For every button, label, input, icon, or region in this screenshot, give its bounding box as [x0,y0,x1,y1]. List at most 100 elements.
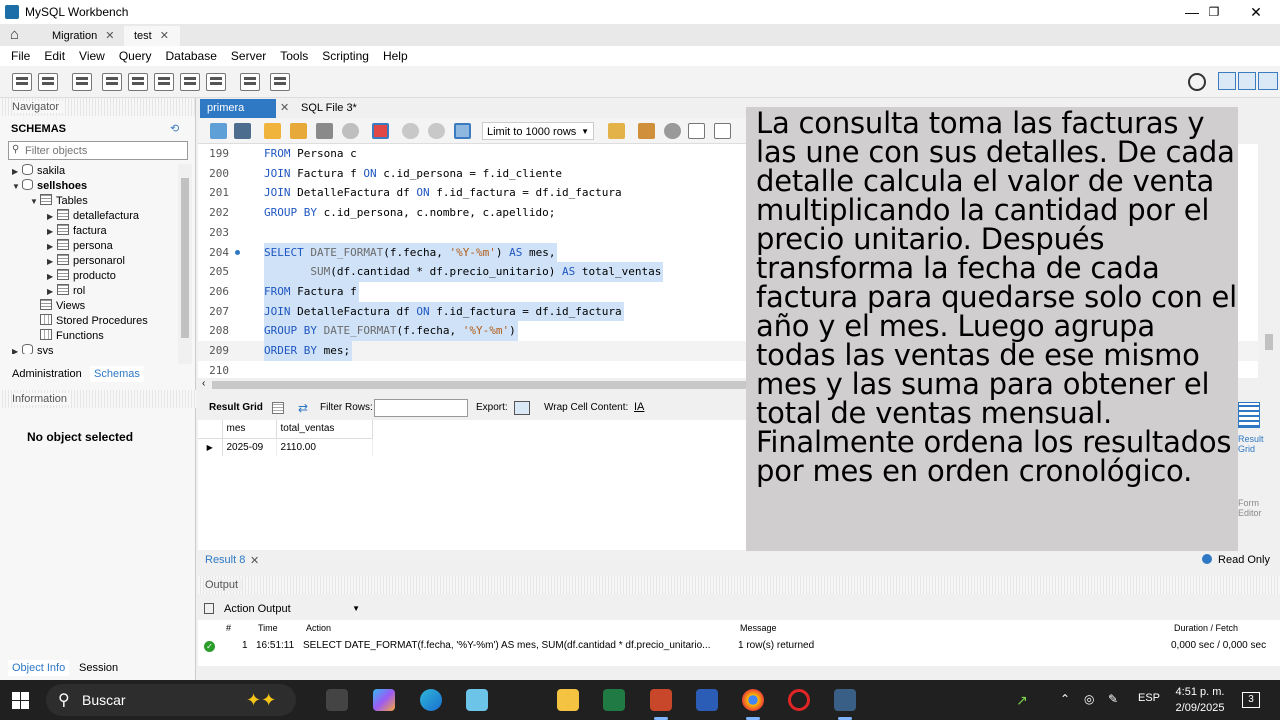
editor-vertical-scrollbar[interactable] [1258,144,1280,378]
chevron-right-icon[interactable]: ▶ [47,284,57,299]
chevron-right-icon[interactable]: ▶ [47,254,57,269]
navigator-scrollbar[interactable] [178,164,192,364]
reconnect-icon[interactable] [270,73,290,91]
stop-icon[interactable] [342,123,359,139]
bookmark-icon[interactable] [608,123,625,139]
tree-item-table[interactable]: ▶ detallefactura [47,209,139,224]
tree-item-table[interactable]: ▶ producto [47,269,116,284]
task-view-icon[interactable] [326,689,348,711]
tab-migration[interactable]: Migration ✕ [42,26,122,46]
wifi-icon[interactable]: ◎ [1084,692,1094,706]
result-grid-icon[interactable] [1238,402,1260,428]
tree-item-sys[interactable]: ▶ sys [12,344,54,354]
open-file-icon[interactable] [210,123,227,139]
close-icon[interactable]: ✕ [280,101,289,114]
wrap-icon[interactable]: IA [634,401,644,413]
output-mode-select[interactable]: Action Output ▼ [204,600,364,618]
tree-item-table[interactable]: ▶ factura [47,224,107,239]
rollback-icon[interactable] [428,123,445,139]
menu-scripting[interactable]: Scripting [315,49,376,63]
close-icon[interactable]: ✕ [160,30,169,42]
toggle-sidebar-icon[interactable] [1218,72,1236,90]
create-function-icon[interactable] [206,73,226,91]
language-indicator[interactable]: ESP [1138,692,1160,704]
row-pointer-icon[interactable]: ▶ [198,438,223,456]
menu-view[interactable]: View [72,49,112,63]
table-cell[interactable]: 2110.00 [276,438,373,456]
tree-item-functions[interactable]: Functions [40,329,104,344]
tab-session[interactable]: Session [75,660,122,676]
pen-icon[interactable]: ✎ [1108,692,1118,706]
chevron-down-icon[interactable]: ▼ [30,194,40,209]
windows-start-icon[interactable] [12,692,29,709]
invisible-chars-icon[interactable] [688,123,705,139]
edge-icon[interactable] [420,689,442,711]
filter-objects-field[interactable]: ⚲ [8,141,188,160]
create-view-icon[interactable] [154,73,174,91]
excel-icon[interactable] [603,689,625,711]
chevron-right-icon[interactable]: ▶ [47,224,57,239]
tab-test[interactable]: test ✕ [124,26,180,46]
tab-object-info[interactable]: Object Info [8,660,70,676]
tab-schemas[interactable]: Schemas [90,366,144,382]
opera-icon[interactable] [788,689,810,711]
tab-sql-file-3[interactable]: SQL File 3* [294,99,364,118]
chevron-right-icon[interactable]: ▶ [12,344,22,354]
chrome-icon[interactable] [742,689,764,720]
menu-query[interactable]: Query [112,49,159,63]
chart-icon[interactable]: ↗ [1016,692,1028,709]
commit-icon[interactable] [402,123,419,139]
chevron-right-icon[interactable]: ▶ [47,239,57,254]
notification-icon[interactable]: 3 [1242,692,1260,708]
powerpoint-icon[interactable] [650,689,672,720]
refresh-icon[interactable]: ⟲ [170,122,179,135]
maximize-button[interactable]: ❐ [1192,0,1236,24]
tree-item-stored-procedures[interactable]: Stored Procedures [40,314,148,329]
execute-current-icon[interactable] [290,123,307,139]
create-table-icon[interactable] [128,73,148,91]
create-schema-icon[interactable] [102,73,122,91]
settings-icon[interactable] [1188,73,1206,91]
refresh-icon[interactable]: ⇄ [298,401,308,415]
chevron-right-icon[interactable]: ▶ [47,269,57,284]
toggle-continue-icon[interactable] [372,123,389,139]
copilot-icon[interactable] [373,689,395,711]
tree-item-views[interactable]: Views [40,299,85,314]
new-sql-tab-icon[interactable] [12,73,32,91]
scrollbar-thumb[interactable] [181,178,189,338]
tree-item-table[interactable]: ▶ rol [47,284,85,299]
tree-item-sakila[interactable]: ▶ sakila [12,164,65,179]
export-icon[interactable] [514,401,530,415]
find-icon[interactable] [664,123,681,139]
table-row[interactable]: ▶ 2025-09 2110.00 [198,438,373,456]
menu-file[interactable]: File [4,49,37,63]
filter-objects-input[interactable] [25,143,185,158]
tree-item-sellshoes[interactable]: ▼ sellshoes [12,179,87,194]
notepad-icon[interactable] [466,689,488,711]
table-cell[interactable]: 2025-09 [222,438,277,456]
scrollbar-thumb[interactable] [212,381,772,389]
menu-help[interactable]: Help [376,49,415,63]
word-icon[interactable] [696,689,718,711]
menu-edit[interactable]: Edit [37,49,72,63]
tab-primera-parte[interactable]: primera parte* [200,99,276,133]
tree-item-table[interactable]: ▶ personarol [47,254,125,269]
autocommit-icon[interactable] [454,123,471,139]
wrap-lines-icon[interactable] [714,123,731,139]
tab-result-8[interactable]: Result 8 [205,554,245,566]
chevron-right-icon[interactable]: ▶ [12,164,22,179]
chevron-down-icon[interactable]: ▼ [12,179,22,194]
search-table-data-icon[interactable] [240,73,260,91]
toggle-secondary-sidebar-icon[interactable] [1258,72,1278,90]
grid-icon[interactable] [272,402,284,414]
mysql-workbench-taskbar-icon[interactable] [834,689,856,720]
open-sql-script-icon[interactable] [38,73,58,91]
save-icon[interactable] [234,123,251,139]
explain-icon[interactable] [316,123,333,139]
chevron-right-icon[interactable]: ▶ [47,209,57,224]
chevron-left-icon[interactable]: ‹ [202,378,205,389]
create-procedure-icon[interactable] [180,73,200,91]
scrollbar-thumb[interactable] [1265,334,1273,350]
menu-database[interactable]: Database [159,49,224,63]
close-button[interactable]: ✕ [1234,0,1278,24]
